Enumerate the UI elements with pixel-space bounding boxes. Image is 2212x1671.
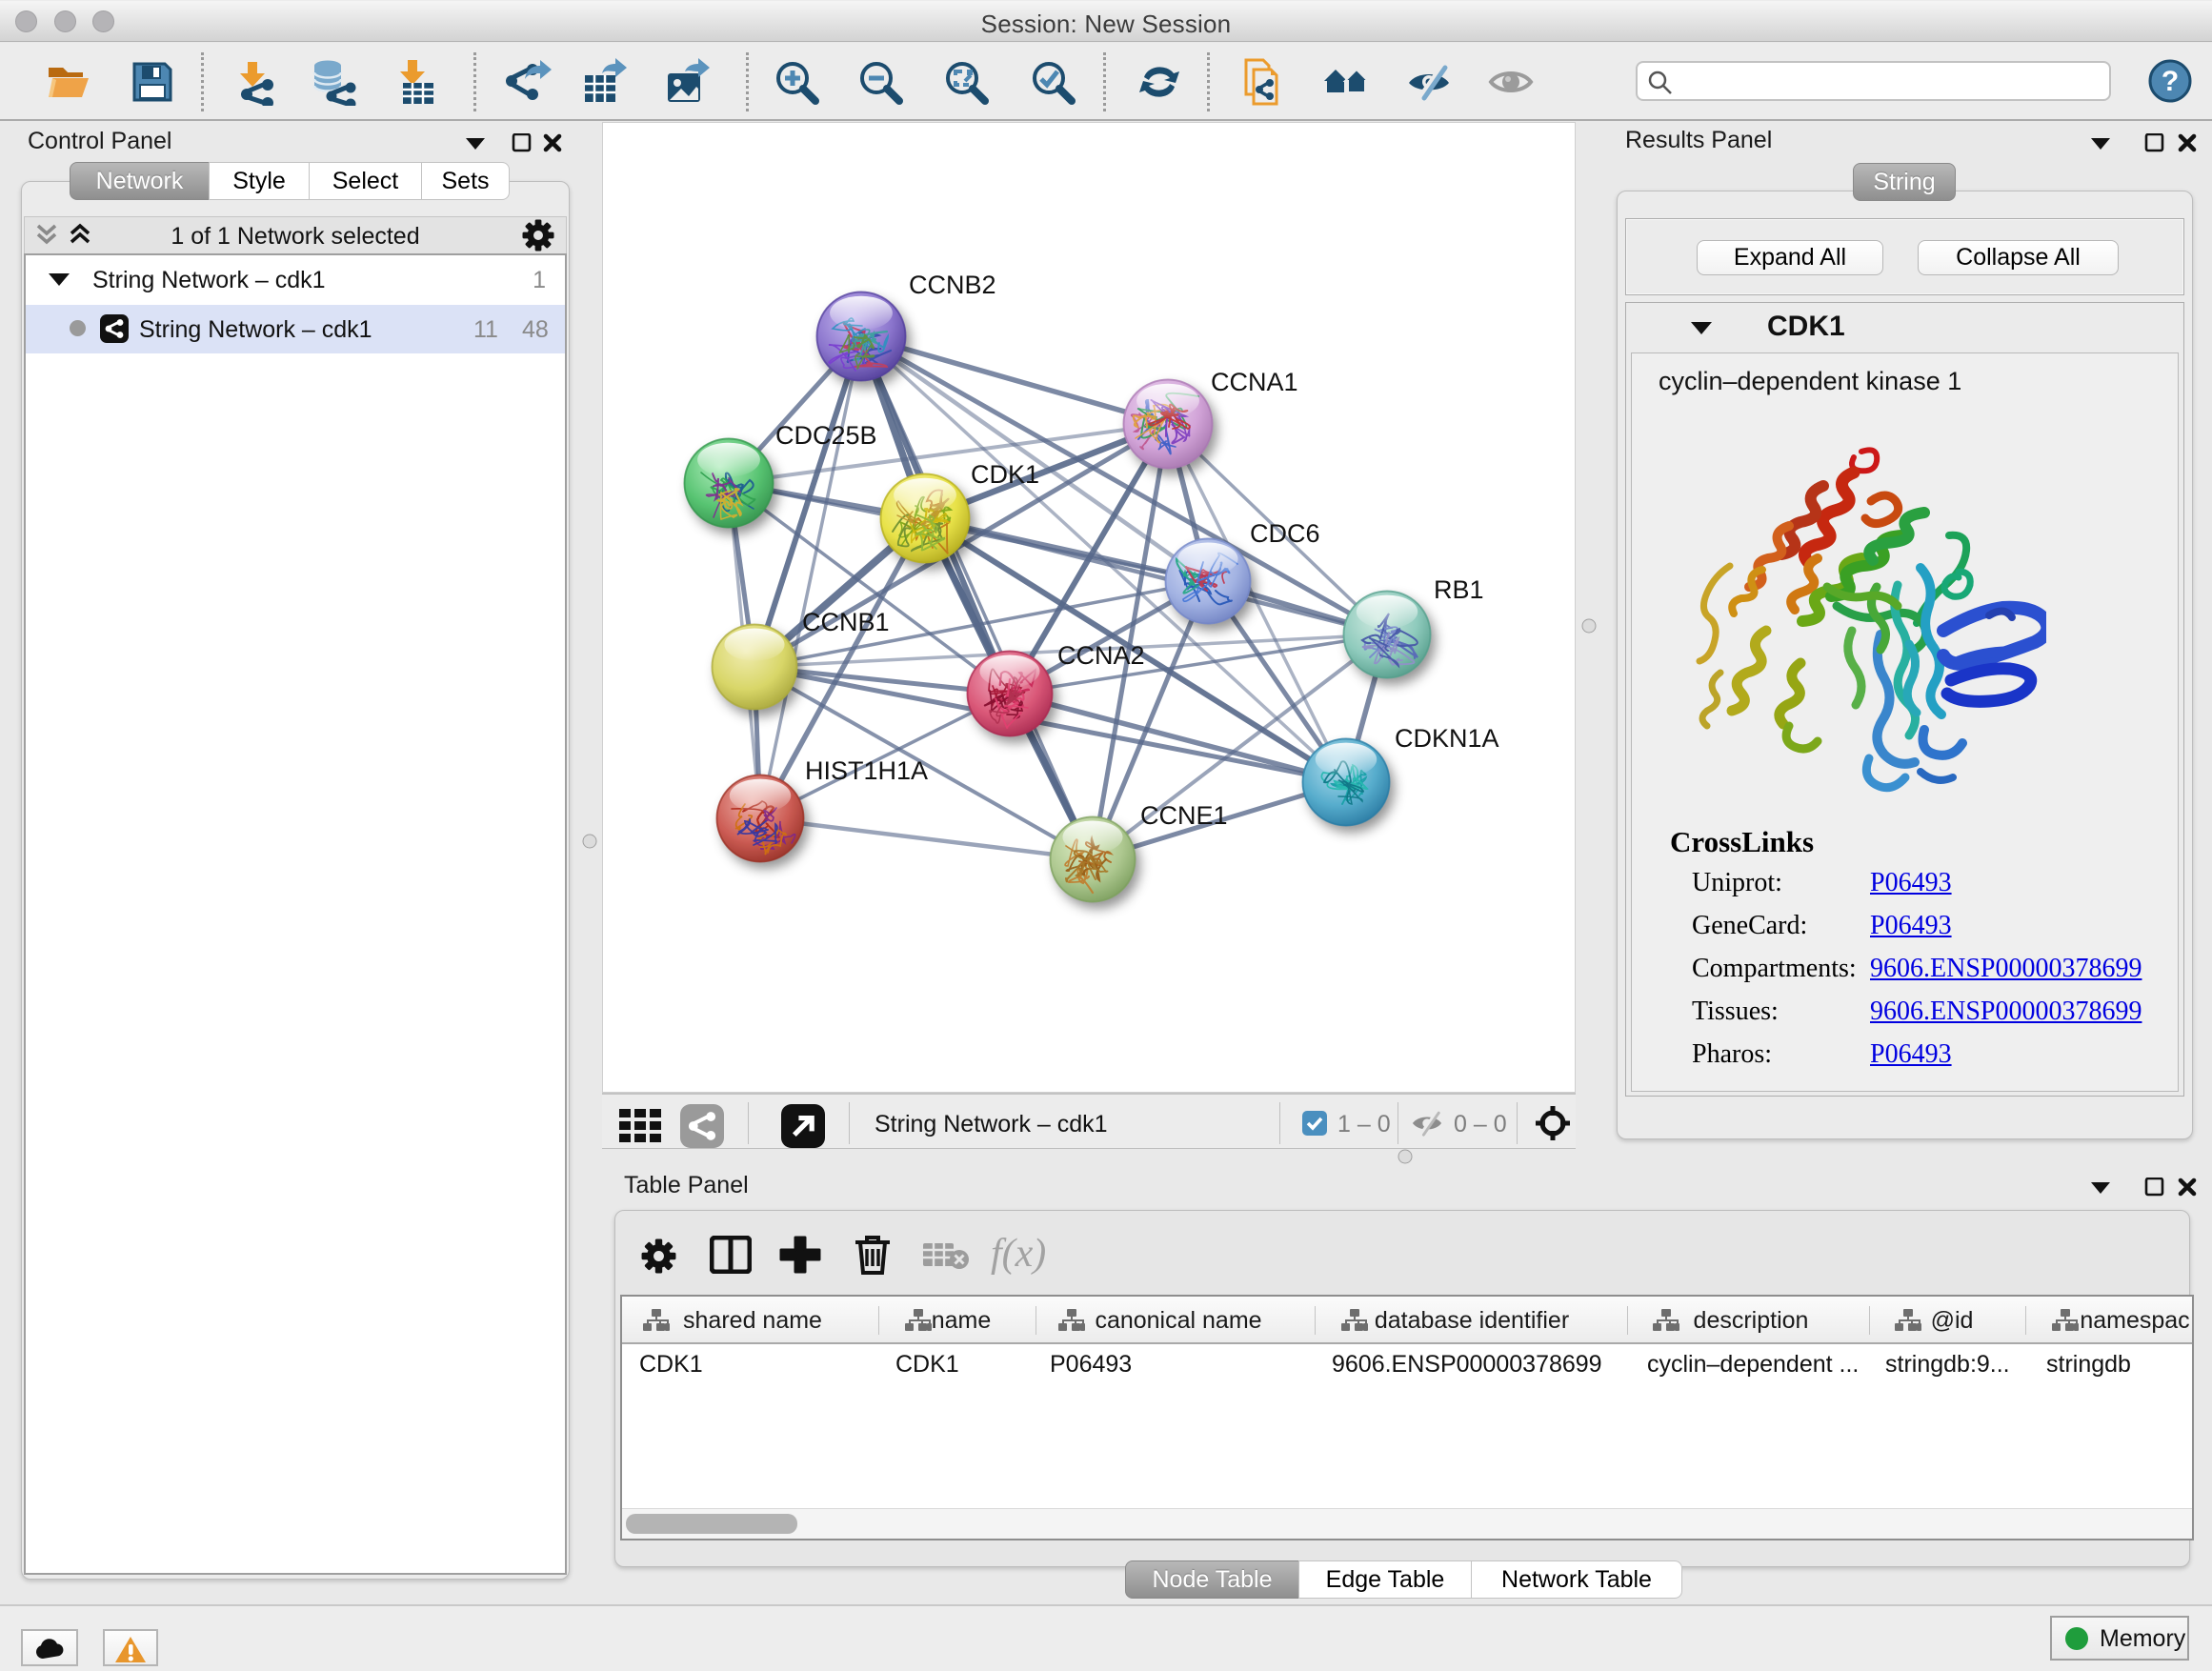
svg-text:CDK1: CDK1 — [971, 460, 1039, 489]
svg-text:CCNA2: CCNA2 — [1057, 641, 1145, 670]
svg-text:CCNB1: CCNB1 — [802, 608, 890, 636]
svg-text:?: ? — [2162, 66, 2179, 97]
svg-text:RB1: RB1 — [1434, 575, 1484, 604]
svg-text:CCNB2: CCNB2 — [909, 271, 996, 299]
svg-text:CDC6: CDC6 — [1250, 519, 1320, 548]
svg-text:HIST1H1A: HIST1H1A — [805, 756, 928, 785]
svg-text:CCNE1: CCNE1 — [1140, 801, 1228, 830]
svg-text:CDKN1A: CDKN1A — [1395, 724, 1499, 753]
svg-text:CCNA1: CCNA1 — [1211, 368, 1298, 396]
svg-text:CDC25B: CDC25B — [775, 421, 877, 450]
